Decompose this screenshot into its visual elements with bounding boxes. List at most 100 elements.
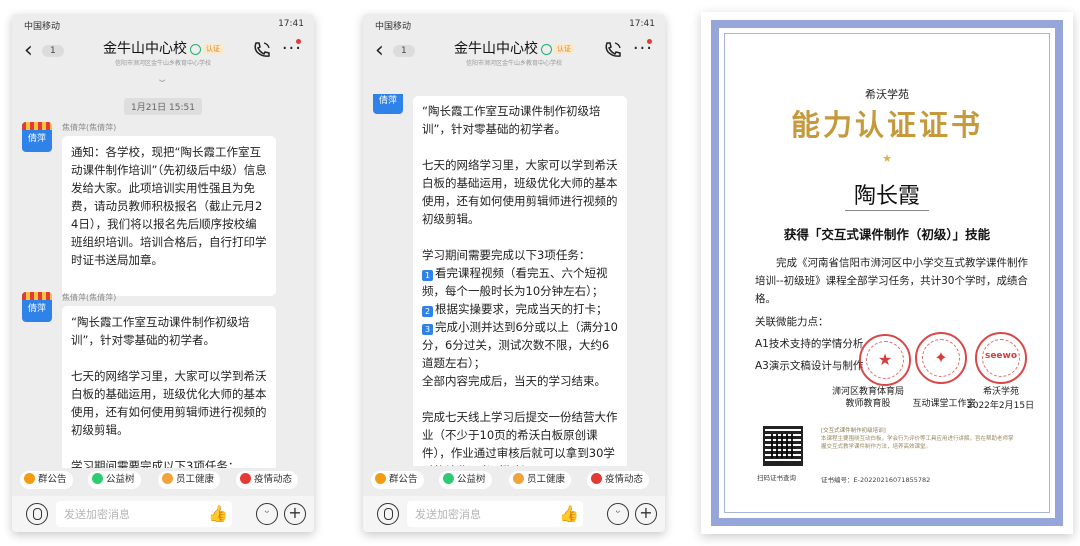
- number-one-icon: 1: [422, 270, 433, 281]
- issuer-name: 浉河区教育体育局教师教育股: [831, 387, 904, 409]
- quick-action-label: 疫情动态: [254, 474, 293, 485]
- list-item[interactable]: 倩萍 “陶长霞工作室互动课件制作初级培训”，针对零基础的初学者。 七天的网络学习…: [373, 74, 657, 466]
- megaphone-icon: [24, 473, 35, 484]
- alert-icon: [240, 473, 251, 484]
- certificate-number: 证书编号：E-20220216071855782: [821, 476, 931, 484]
- notification-dot: [296, 39, 301, 44]
- recipient-name: 陶长霞: [853, 184, 920, 209]
- issue-date: 2022年2月15日: [967, 401, 1035, 411]
- verified-icon: [190, 43, 201, 55]
- clock: 17:41: [629, 19, 655, 29]
- heart-icon: [162, 473, 173, 484]
- task-item: 完成小测并达到6分或以上（满分10分，6分过关，测试次数不限，大约6道题左右）；: [422, 320, 618, 370]
- quick-action-health[interactable]: 员工健康: [509, 471, 572, 489]
- tree-icon: [92, 473, 103, 484]
- chat-header: ‹ 1 金牛山中心校 认证 信阳市浉河区金牛山乡教育中心学校 ···: [363, 34, 665, 74]
- quick-action-label: 群公告: [38, 474, 67, 485]
- certificate-title: 能力认证证书: [790, 108, 983, 142]
- chat-title: 金牛山中心校: [454, 41, 538, 57]
- message-paragraph: 七天的网络学习里，大家可以学到希沃白板的基础运用，班级优化大师的基本使用，还有如…: [422, 158, 618, 226]
- heart-icon: [513, 473, 524, 484]
- certificate-publisher: 希沃学苑: [865, 88, 909, 101]
- quick-action-bar: 群公告 公益树 员工健康 疫情动态: [363, 468, 665, 492]
- fine-print-text: 本课程主要围绕互动白板，学会行为评价等工具应用进行讲解，旨在帮助老师掌握交互式教…: [821, 436, 1014, 450]
- quick-action-epidemic[interactable]: 疫情动态: [236, 471, 299, 489]
- message-input[interactable]: [407, 501, 583, 527]
- task-item: 根据实操要求，完成当天的打卡；: [435, 302, 608, 316]
- award-line: 获得「交互式课件制作（初级）」技能: [783, 227, 991, 242]
- quick-action-label: 群公告: [389, 474, 418, 485]
- status-bar: 中国移动 17:41: [12, 14, 314, 34]
- cert-badge: 认证: [203, 44, 223, 54]
- star-icon: ★: [882, 152, 892, 165]
- alert-icon: [591, 473, 602, 484]
- input-bar: 👍 ᵕ +: [363, 496, 665, 532]
- seal-stamp: seewo: [975, 332, 1027, 384]
- quick-action-health[interactable]: 员工健康: [158, 471, 221, 489]
- tree-icon: [443, 473, 454, 484]
- chat-screenshot-1: 中国移动 17:41 ‹ 1 金牛山中心校 认证 信阳市浉河区金牛山乡教育中心学校…: [12, 14, 314, 532]
- message-paragraph: “陶长霞工作室互动课件制作初级培训”，针对零基础的初学者。: [422, 104, 601, 136]
- certificate-photo: 希沃学苑 能力认证证书 ★ 陶长霞 获得「交互式课件制作（初级）」技能 完成《河…: [701, 12, 1073, 534]
- message-bubble[interactable]: “陶长霞工作室互动课件制作初级培训”，针对零基础的初学者。 七天的网络学习里，大…: [413, 96, 627, 466]
- thumbs-up-icon[interactable]: 👍: [208, 504, 228, 523]
- task-item: 看完课程视频（看完五、六个短视频，每个一般时长为10分钟左右）；: [422, 266, 608, 298]
- message-paragraph: 完成七天线上学习后提交一份结营大作业（不少于10页的希沃白板原创课件），作业通过…: [422, 410, 618, 466]
- avatar[interactable]: 倩萍: [22, 122, 52, 152]
- message-input[interactable]: [56, 501, 232, 527]
- message-bubble[interactable]: “陶长霞工作室互动课件制作初级培训”，针对零基础的初学者。 七天的网络学习里，大…: [62, 306, 276, 482]
- quick-action-announcement[interactable]: 群公告: [371, 471, 424, 489]
- chat-screenshot-2: 中国移动 17:41 ‹ 1 金牛山中心校 认证 信阳市浉河区金牛山乡教育中心学校…: [363, 14, 665, 532]
- seal-star-icon: ✦: [934, 348, 948, 367]
- skills-title: 关联微能力点：: [755, 316, 829, 328]
- quick-action-bar: 群公告 公益树 员工健康 疫情动态: [12, 468, 314, 492]
- issuer-name: 希沃学苑: [982, 387, 1019, 397]
- seal-text: seewo: [984, 351, 1018, 361]
- qr-label: 扫码证书查询: [757, 474, 796, 482]
- quick-action-charity[interactable]: 公益树: [439, 471, 492, 489]
- plus-icon[interactable]: +: [284, 503, 306, 525]
- avatar[interactable]: 倩萍: [22, 292, 52, 322]
- verified-icon: [541, 43, 552, 55]
- voice-icon[interactable]: [26, 503, 48, 525]
- number-two-icon: 2: [422, 306, 433, 317]
- emoji-icon[interactable]: ᵕ: [607, 503, 629, 525]
- quick-action-announcement[interactable]: 群公告: [20, 471, 73, 489]
- skill-item: A1技术支持的学情分析: [755, 338, 864, 350]
- sender-name: 焦倩萍(焦倩萍): [62, 293, 117, 302]
- carrier-label: 中国移动: [375, 22, 412, 32]
- cert-badge: 认证: [554, 44, 574, 54]
- input-bar: 👍 ᵕ +: [12, 496, 314, 532]
- chat-title: 金牛山中心校: [103, 41, 187, 57]
- seal-stamp: ✦: [915, 332, 967, 384]
- phone-call-icon[interactable]: [603, 40, 623, 60]
- quick-action-charity[interactable]: 公益树: [88, 471, 141, 489]
- fine-print: [交互式课件制作初级培训] 本课程主要围绕互动白板，学会行为评价等工具应用进行讲解…: [821, 427, 1017, 451]
- message-paragraph: 全部内容完成后，当天的学习结束。: [422, 374, 606, 388]
- avatar[interactable]: 倩萍: [373, 94, 403, 114]
- seal-stamp: ★: [859, 334, 911, 386]
- phone-call-icon[interactable]: [252, 40, 272, 60]
- time-divider: 1月21日 15:51: [124, 98, 202, 115]
- chevron-down-icon[interactable]: ⌄: [155, 74, 168, 85]
- fine-print-title: [交互式课件制作初级培训]: [821, 428, 886, 434]
- clock: 17:41: [278, 19, 304, 29]
- message-bubble[interactable]: 通知：各学校，现把“陶长霞工作室互动课件制作培训”（先初级后中级）信息发给大家。…: [62, 136, 276, 296]
- seal-star-icon: ★: [877, 350, 893, 369]
- sender-name: 焦倩萍(焦倩萍): [62, 123, 117, 132]
- thumbs-up-icon[interactable]: 👍: [559, 504, 579, 523]
- chat-header: ‹ 1 金牛山中心校 认证 信阳市浉河区金牛山乡教育中心学校 ···: [12, 34, 314, 74]
- quick-action-label: 公益树: [457, 474, 486, 485]
- qr-code[interactable]: [763, 426, 803, 466]
- plus-icon[interactable]: +: [635, 503, 657, 525]
- divider: [845, 210, 929, 211]
- voice-icon[interactable]: [377, 503, 399, 525]
- quick-action-epidemic[interactable]: 疫情动态: [587, 471, 650, 489]
- emoji-icon[interactable]: ᵕ: [256, 503, 278, 525]
- notification-dot: [647, 39, 652, 44]
- skill-item: A3演示文稿设计与制作: [755, 360, 864, 372]
- message-paragraph: 学习期间需要完成以下3项任务：: [422, 248, 591, 262]
- quick-action-label: 员工健康: [527, 474, 566, 485]
- certificate: 希沃学苑 能力认证证书 ★ 陶长霞 获得「交互式课件制作（初级）」技能 完成《河…: [711, 20, 1063, 526]
- megaphone-icon: [375, 473, 386, 484]
